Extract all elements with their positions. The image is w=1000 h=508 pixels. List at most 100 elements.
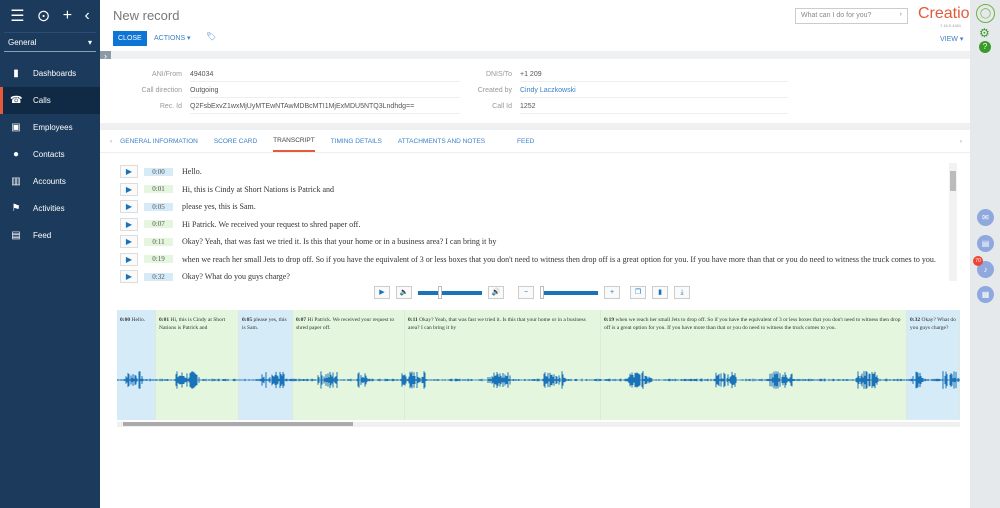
right-panel: ◯ ⚙ ? ✉ ▤ ♪ 70 ▦ — [970, 0, 1000, 508]
actions-button[interactable]: ACTIONS ▾ — [154, 34, 191, 42]
document-icon[interactable]: ▦ — [977, 286, 994, 303]
tab-score-card[interactable]: SCORE CARD — [214, 132, 257, 151]
timestamp[interactable]: 0:32 — [144, 272, 173, 281]
waveform[interactable]: 0:32 Okay? What do you guys charge? 0:19 … — [117, 310, 960, 427]
tab-feed[interactable]: FEED — [517, 132, 534, 151]
tag-icon[interactable]: 🏷 — [206, 32, 216, 41]
version: 7.16.0.4461 — [940, 23, 962, 28]
bar-chart-icon: ▮ — [13, 68, 19, 79]
play-line-button[interactable]: ▶ — [120, 252, 138, 266]
page-header: New record CLOSE ACTIONS ▾ 🏷 What can I … — [100, 0, 970, 51]
zoom-out-button[interactable]: − — [518, 286, 534, 299]
sidebar-item-accounts[interactable]: ▥ Accounts — [0, 168, 100, 195]
tabs-prev-icon[interactable]: ‹ — [110, 138, 112, 145]
created-by-link[interactable]: Cindy Laczkowski — [520, 87, 788, 98]
ani-label: ANI/From — [152, 71, 182, 78]
created-by-label: Created by — [477, 87, 512, 94]
play-line-button[interactable]: ▶ — [120, 165, 138, 179]
record-info: ANI/From 494034 Call direction Outgoing Re… — [100, 59, 970, 123]
menu-icon[interactable]: ☰ — [10, 6, 24, 26]
profile-icon[interactable]: ◯ — [976, 4, 995, 23]
transcript-line: ▶ 0:00 Hello. — [120, 163, 950, 181]
transcript-line: ▶ 0:32 Okay? What do you guys charge? — [120, 268, 950, 286]
call-id-field[interactable]: 1252 — [520, 103, 788, 114]
play-line-button[interactable]: ▶ — [120, 235, 138, 249]
sidebar-item-label: Feed — [33, 231, 52, 240]
email-icon[interactable]: ✉ — [977, 209, 994, 226]
waveform-scrollbar[interactable] — [117, 422, 960, 427]
line-text: please yes, this is Sam. — [182, 202, 256, 212]
tab-timing-details[interactable]: TIMING DETAILS — [331, 132, 382, 151]
tabs-next-icon[interactable]: › — [960, 138, 962, 145]
line-text: when we reach her small Jets to drop off… — [182, 254, 936, 264]
copy-icon[interactable]: ❐ — [630, 286, 646, 299]
line-text: Okay? What do you guys charge? — [182, 272, 290, 282]
chat-icon: ▤ — [11, 230, 21, 241]
sidebar-item-label: Accounts — [33, 177, 66, 186]
zoom-slider[interactable] — [540, 285, 598, 299]
transcript-line: ▶ 0:05 please yes, this is Sam. — [120, 198, 950, 216]
transcript-scrollbar[interactable] — [949, 163, 957, 281]
play-line-button[interactable]: ▶ — [120, 217, 138, 231]
timestamp[interactable]: 0:00 — [144, 167, 173, 176]
transcript-line: ▶ 0:07 Hi Patrick. We received your reques… — [120, 216, 950, 234]
timestamp[interactable]: 0:07 — [144, 220, 173, 229]
view-button[interactable]: VIEW ▾ — [940, 35, 963, 43]
sidebar-item-feed[interactable]: ▤ Feed — [0, 222, 100, 249]
volume-up-button[interactable]: 🔊 — [488, 286, 504, 299]
gear-icon[interactable]: ⚙ — [979, 26, 990, 40]
person-icon: ● — [12, 149, 20, 160]
sidebar-item-contacts[interactable]: ● Contacts — [0, 141, 100, 168]
play-line-button[interactable]: ▶ — [120, 200, 138, 214]
zoom-in-button[interactable]: + — [604, 286, 620, 299]
direction-label: Call direction — [141, 87, 182, 94]
volume-slider[interactable] — [418, 285, 482, 299]
phone-icon: ☎ — [10, 95, 23, 106]
direction-field[interactable]: Outgoing — [190, 87, 460, 98]
play-button[interactable]: ▶ — [374, 286, 390, 299]
plus-icon[interactable]: + — [63, 7, 72, 25]
tab-attachments-and-notes[interactable]: ATTACHMENTS AND NOTES — [398, 132, 485, 151]
workspace-select[interactable]: General ▾ — [4, 32, 96, 52]
sidebar-item-label: Contacts — [33, 150, 65, 159]
badge-icon: ▣ — [11, 122, 21, 133]
dnis-label: DNIS/To — [485, 71, 512, 78]
rec-id-field[interactable]: Q2FsbExvZ1wxMjUyMTEwNTAwMDBcMTI1MjExMDU5… — [190, 103, 460, 114]
play-circle-icon[interactable]: ⊙ — [37, 6, 50, 26]
sidebar-item-dashboards[interactable]: ▮ Dashboards — [0, 60, 100, 87]
ani-field[interactable]: 494034 — [190, 71, 460, 82]
play-line-button[interactable]: ▶ — [120, 182, 138, 196]
sidebar-item-label: Activities — [33, 204, 65, 213]
flag-icon: ⚑ — [11, 203, 21, 214]
sidebar-item-employees[interactable]: ▣ Employees — [0, 114, 100, 141]
timestamp[interactable]: 0:11 — [144, 237, 173, 246]
timestamp[interactable]: 0:19 — [144, 255, 173, 264]
help-icon[interactable]: ? — [979, 41, 991, 53]
chevron-left-icon[interactable]: ‹ — [84, 7, 89, 25]
timestamp[interactable]: 0:01 — [144, 185, 173, 194]
rec-id-label: Rec. Id — [159, 103, 182, 110]
search-input[interactable]: What can I do for you? › — [795, 8, 908, 24]
chevron-right-icon[interactable]: › — [900, 11, 902, 18]
dnis-field[interactable]: +1 209 — [520, 71, 788, 82]
player-controls: ▶ 🔈 🔊 − + ❐ ▮ ⤓ — [374, 285, 690, 299]
call-id-label: Call Id — [492, 103, 512, 110]
tab-general-information[interactable]: GENERAL INFORMATION — [120, 132, 198, 151]
tab-transcript[interactable]: TRANSCRIPT — [273, 131, 315, 152]
clipboard-icon[interactable]: ▮ — [652, 286, 668, 299]
volume-down-button[interactable]: 🔈 — [396, 286, 412, 299]
play-line-button[interactable]: ▶ — [120, 270, 138, 284]
logo: Creatio — [918, 5, 970, 22]
line-text: Okay? Yeah, that was fast we tried it. I… — [182, 237, 497, 247]
sidebar-item-label: Employees — [33, 123, 73, 132]
sidebar-item-label: Calls — [33, 96, 51, 105]
line-text: Hi Patrick. We received your request to … — [182, 219, 361, 229]
close-button[interactable]: CLOSE — [113, 31, 147, 46]
sidebar-item-activities[interactable]: ⚑ Activities — [0, 195, 100, 222]
chat-icon[interactable]: ▤ — [977, 235, 994, 252]
download-icon[interactable]: ⤓ — [674, 286, 690, 299]
timestamp[interactable]: 0:05 — [144, 202, 173, 211]
transcript-line: ▶ 0:01 Hi, this is Cindy at Short Nations … — [120, 181, 950, 199]
caret-down-icon: ▾ — [87, 37, 92, 47]
sidebar-item-calls[interactable]: ☎ Calls — [0, 87, 100, 114]
